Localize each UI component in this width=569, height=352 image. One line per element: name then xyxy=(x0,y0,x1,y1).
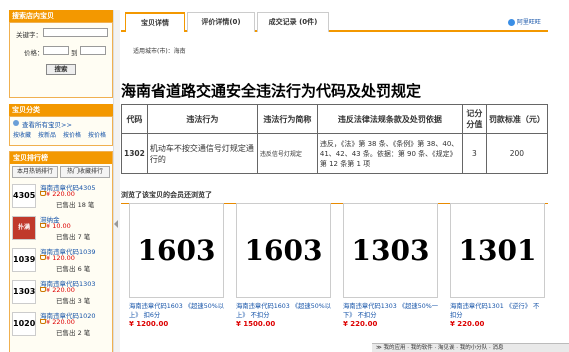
product-image[interactable]: 1301 xyxy=(450,203,545,298)
sidebar-collapse-bar[interactable] xyxy=(113,10,120,352)
product-title[interactable]: 海南违章代码1603 《超速50%以上》 扣6分 xyxy=(129,302,224,320)
violation-table: 代码 违法行为 违法行为简称 违反法律法规条款及处罚依据 记分分值 罚款标准（元… xyxy=(121,104,549,174)
product-card[interactable]: 1301 海南违章代码1301 《逆行》 不扣分 ¥ 220.00 xyxy=(450,203,545,328)
price-max-input[interactable] xyxy=(80,46,106,55)
rank-item-price: ¥ 10.00 xyxy=(46,222,71,230)
to-label: 到 xyxy=(71,49,78,57)
cell-code: 1302 xyxy=(121,133,148,174)
col-points: 记分分值 xyxy=(461,104,487,134)
collapse-arrow-icon[interactable] xyxy=(114,220,118,228)
table-header-row: 代码 违法行为 违法行为简称 违反法律法规条款及处罚依据 记分分值 罚款标准（元… xyxy=(121,104,549,134)
cell-basis: 违反，《法》第 38 条、《条例》第 38、40、41、42、43 条。依据：第… xyxy=(316,133,463,174)
product-price: ¥ 220.00 xyxy=(343,320,378,328)
col-code: 代码 xyxy=(121,104,148,134)
product-image[interactable]: 1303 xyxy=(343,203,438,298)
col-fine: 罚款标准（元） xyxy=(485,104,549,134)
product-title[interactable]: 海南违章代码1603 《超速50%以上》 不扣分 xyxy=(236,302,331,320)
main-content: 宝贝详情 评价详情(0) 成交记录 (0件) 适用城市(市)：海南 海南省道路交… xyxy=(121,10,549,352)
tab-popular-favorites[interactable]: 热门收藏排行 xyxy=(60,166,110,178)
rank-item-price: ¥ 220.00 xyxy=(46,190,75,198)
rank-item-thumb[interactable]: 4305 xyxy=(12,184,36,208)
rank-header: 宝贝排行榜 xyxy=(10,152,112,164)
cell-behavior: 机动车不按交通信号灯规定通行的 xyxy=(146,133,258,174)
sort-by-favorite-link[interactable]: 按收藏 xyxy=(13,130,31,139)
category-panel: 查看所有宝贝>> 按收藏 按新品 按价格 按价格 xyxy=(9,116,113,146)
rank-item-price: ¥ 220.00 xyxy=(46,318,75,326)
left-sidebar: 搜索店内宝贝 关键字： 价格： 到 搜索 宝贝分类 查看所有宝贝>> 按收藏 按… xyxy=(9,10,113,352)
product-card[interactable]: 1603 海南违章代码1603 《超速50%以上》 不扣分 ¥ 1500.00 xyxy=(236,203,331,328)
product-card[interactable]: 1303 海南违章代码1303 《超速50%一下》 不扣分 ¥ 220.00 xyxy=(343,203,438,328)
price-min-input[interactable] xyxy=(43,46,69,55)
rank-item-sold: 已售出 7 笔 xyxy=(56,233,91,241)
rank-item[interactable]: 4305 海南违章代码4305 ¥ 220.00 已售出 18 笔 xyxy=(12,182,112,212)
rank-item[interactable]: 扑满 滞纳金 ¥ 10.00 已售出 7 笔 xyxy=(12,214,112,244)
rank-item-sold: 已售出 6 笔 xyxy=(56,265,91,273)
aliwangwang-label: 阿里旺旺 xyxy=(516,19,541,26)
tab-item-detail[interactable]: 宝贝详情 xyxy=(125,12,185,32)
rank-item[interactable]: 1039 海南违章代码1039 ¥ 120.00 已售出 6 笔 xyxy=(12,246,112,276)
product-card[interactable]: 1603 海南违章代码1603 《超速50%以上》 扣6分 ¥ 1200.00 xyxy=(129,203,224,328)
wangwang-icon xyxy=(508,19,515,26)
product-price: ¥ 220.00 xyxy=(450,320,485,328)
cell-points: 3 xyxy=(461,133,487,174)
aliwangwang-link[interactable]: 阿里旺旺 xyxy=(508,17,541,26)
product-price: ¥ 1500.00 xyxy=(236,320,276,328)
col-behavior: 违法行为 xyxy=(146,104,258,134)
cell-short: 违反信号灯规定 xyxy=(256,133,318,174)
also-viewed-header: 浏览了该宝贝的会员还浏览了 xyxy=(121,190,548,204)
product-title[interactable]: 海南违章代码1303 《超速50%一下》 不扣分 xyxy=(343,302,438,320)
sort-by-price-link[interactable]: 按价格 xyxy=(63,130,81,139)
detail-tabs: 宝贝详情 评价详情(0) 成交记录 (0件) xyxy=(121,10,548,32)
product-image[interactable]: 1603 xyxy=(129,203,224,298)
sort-by-new-link[interactable]: 按新品 xyxy=(38,130,56,139)
col-basis: 违反法律法规条款及处罚依据 xyxy=(316,104,463,134)
search-panel: 关键字： 价格： 到 搜索 xyxy=(9,22,113,98)
product-title[interactable]: 海南违章代码1301 《逆行》 不扣分 xyxy=(450,302,545,320)
all-items-link[interactable]: 查看所有宝贝>> xyxy=(22,119,72,129)
bottom-toolbar[interactable]: ≫ 我的应用 · 我的软件 · 淘见诶 · 我的小分队 · 消息 xyxy=(372,343,569,352)
product-image[interactable]: 1603 xyxy=(236,203,331,298)
folder-icon xyxy=(13,120,19,126)
rank-item[interactable]: 1303 海南违章代码1303 ¥ 220.00 已售出 3 笔 xyxy=(12,278,112,308)
rank-item-price: ¥ 120.00 xyxy=(46,254,75,262)
rank-item-price: ¥ 220.00 xyxy=(46,286,75,294)
rank-item-thumb[interactable]: 1020 xyxy=(12,312,36,336)
rank-item-sold: 已售出 3 笔 xyxy=(56,297,91,305)
category-header: 宝贝分类 xyxy=(9,104,113,116)
keyword-input[interactable] xyxy=(43,28,108,37)
rank-panel: 宝贝排行榜 本月热销排行 热门收藏排行 4305 海南违章代码4305 ¥ 22… xyxy=(9,151,113,352)
cell-fine: 200 xyxy=(485,133,549,174)
rank-item-thumb[interactable]: 1039 xyxy=(12,248,36,272)
table-row: 1302 机动车不按交通信号灯规定通行的 违反信号灯规定 违反，《法》第 38 … xyxy=(121,133,549,174)
tab-monthly-sales[interactable]: 本月热销排行 xyxy=(12,166,58,178)
sort-by-price-link-2[interactable]: 按价格 xyxy=(88,130,106,139)
rank-item-thumb[interactable]: 扑满 xyxy=(12,216,36,240)
tab-transactions[interactable]: 成交记录 (0件) xyxy=(257,12,329,32)
product-price: ¥ 1200.00 xyxy=(129,320,169,328)
rank-item[interactable]: 1020 海南违章代码1020 ¥ 220.00 已售出 2 笔 xyxy=(12,310,112,340)
rank-item-sold: 已售出 2 笔 xyxy=(56,329,91,337)
price-label: 价格： xyxy=(24,49,44,57)
rank-item-sold: 已售出 18 笔 xyxy=(56,201,95,209)
rank-item-thumb[interactable]: 1303 xyxy=(12,280,36,304)
page-title: 海南省道路交通安全违法行为代码及处罚规定 xyxy=(121,82,422,100)
tab-reviews[interactable]: 评价详情(0) xyxy=(187,12,255,32)
col-short: 违法行为简称 xyxy=(256,104,318,134)
search-button[interactable]: 搜索 xyxy=(46,64,76,75)
keyword-label: 关键字： xyxy=(16,31,42,39)
city-line: 适用城市(市)：海南 xyxy=(133,48,186,55)
search-header: 搜索店内宝贝 xyxy=(9,10,113,22)
